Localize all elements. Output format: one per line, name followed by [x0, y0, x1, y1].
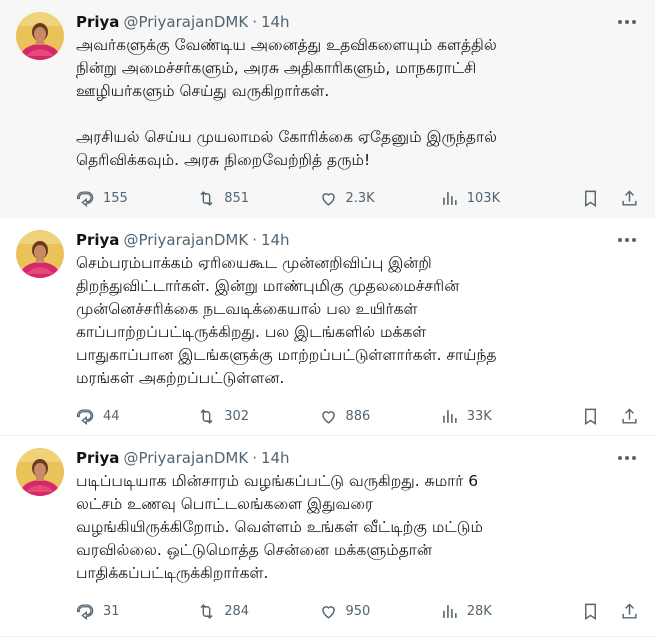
separator: ·	[252, 231, 257, 249]
share-button[interactable]	[620, 189, 639, 208]
like-count: 2.3K	[345, 190, 375, 206]
timestamp[interactable]: 14h	[261, 12, 290, 32]
like-button[interactable]: 2.3K	[319, 189, 440, 208]
share-button[interactable]	[620, 407, 639, 426]
retweet-button[interactable]: 851	[197, 189, 318, 208]
author-handle[interactable]: @PriyarajanDMK	[123, 230, 248, 250]
retweet-icon	[200, 408, 213, 424]
views-count: 33K	[466, 408, 492, 424]
retweet-button[interactable]: 302	[197, 407, 318, 426]
more-icon	[618, 456, 636, 460]
views-count: 28K	[466, 603, 492, 619]
bookmark-button[interactable]	[581, 407, 600, 426]
share-icon	[622, 407, 637, 424]
action-bar: 31 284 950 28K	[76, 591, 639, 631]
like-icon	[321, 605, 335, 619]
author-name[interactable]: Priya	[76, 448, 119, 468]
reply-count: 155	[103, 190, 128, 206]
like-icon	[321, 192, 335, 206]
bookmark-icon	[585, 190, 596, 207]
tweet[interactable]: Priya @PriyarajanDMK · 14h அவர்களுக்கு வ…	[0, 0, 655, 218]
retweet-button[interactable]: 284	[197, 602, 318, 621]
tweet-text: செம்பரம்பாக்கம் ஏரியைகூட முன்னறிவிப்பு இ…	[76, 254, 497, 387]
reply-button[interactable]: 31	[76, 602, 197, 621]
more-options-button[interactable]	[615, 12, 639, 32]
like-count: 950	[345, 603, 371, 619]
bookmark-icon	[585, 603, 596, 620]
avatar[interactable]	[16, 12, 64, 60]
tweet[interactable]: Priya @PriyarajanDMK · 14h செம்பரம்பாக்க…	[0, 218, 655, 436]
tweet[interactable]: Priya @PriyarajanDMK · 14h படிப்படியாக ம…	[0, 436, 655, 637]
avatar[interactable]	[16, 448, 64, 496]
like-button[interactable]: 886	[319, 407, 440, 426]
reply-icon	[76, 409, 94, 425]
bookmark-button[interactable]	[581, 189, 600, 208]
timestamp[interactable]: 14h	[261, 230, 290, 250]
share-icon	[622, 602, 637, 619]
action-bar: 44 302 886 33K	[76, 396, 639, 436]
views-icon	[442, 409, 457, 423]
reply-icon	[76, 191, 94, 207]
retweet-count: 302	[224, 408, 250, 424]
tweet-text: படிப்படியாக மின்சாரம் வழங்கப்பட்டு வருகி…	[76, 472, 483, 582]
reply-count: 44	[103, 408, 120, 424]
like-count: 886	[345, 408, 371, 424]
reply-count: 31	[103, 603, 120, 619]
timestamp[interactable]: 14h	[261, 448, 290, 468]
bookmark-button[interactable]	[581, 602, 600, 621]
separator: ·	[252, 13, 257, 31]
views-icon	[442, 604, 457, 618]
more-options-button[interactable]	[615, 448, 639, 468]
views-button[interactable]: 33K	[440, 407, 561, 426]
author-name[interactable]: Priya	[76, 12, 119, 32]
retweet-count: 284	[224, 603, 250, 619]
views-button[interactable]: 28K	[440, 602, 561, 621]
author-handle[interactable]: @PriyarajanDMK	[123, 448, 248, 468]
reply-button[interactable]: 155	[76, 189, 197, 208]
bookmark-icon	[585, 408, 596, 425]
reply-icon	[76, 604, 94, 620]
more-options-button[interactable]	[615, 230, 639, 250]
retweet-icon	[200, 603, 213, 619]
share-icon	[622, 189, 637, 206]
tweet-header: Priya @PriyarajanDMK · 14h	[76, 448, 639, 468]
action-bar: 155 851 2.3K 103K	[76, 178, 639, 218]
author-handle[interactable]: @PriyarajanDMK	[123, 12, 248, 32]
share-button[interactable]	[620, 602, 639, 621]
tweet-header: Priya @PriyarajanDMK · 14h	[76, 12, 639, 32]
views-count: 103K	[466, 190, 501, 206]
separator: ·	[252, 449, 257, 467]
like-button[interactable]: 950	[319, 602, 440, 621]
tweet-header: Priya @PriyarajanDMK · 14h	[76, 230, 639, 250]
more-icon	[618, 20, 636, 24]
timeline-feed: Priya @PriyarajanDMK · 14h அவர்களுக்கு வ…	[0, 0, 655, 637]
reply-button[interactable]: 44	[76, 407, 197, 426]
retweet-icon	[200, 190, 213, 206]
like-icon	[321, 410, 335, 424]
tweet-text: அவர்களுக்கு வேண்டிய அனைத்து உதவிகளையும் …	[76, 36, 497, 169]
retweet-count: 851	[224, 190, 250, 206]
views-icon	[442, 191, 457, 205]
views-button[interactable]: 103K	[440, 189, 561, 208]
more-icon	[618, 238, 636, 242]
author-name[interactable]: Priya	[76, 230, 119, 250]
avatar[interactable]	[16, 230, 64, 278]
